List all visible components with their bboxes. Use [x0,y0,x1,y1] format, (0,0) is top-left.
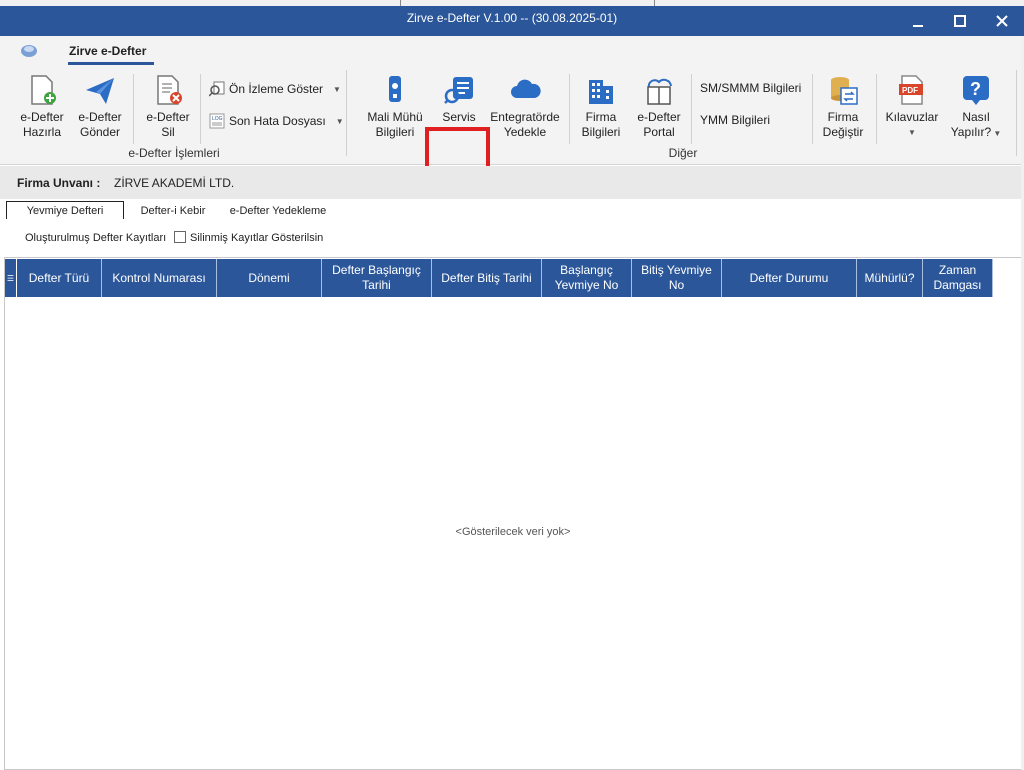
column-header[interactable]: Başlangıç Yevmiye No [542,259,632,297]
son-hata-label: Son Hata Dosyası [229,114,326,128]
firma-unvani-label: Firma Unvanı : [17,176,101,190]
title-bar: Zirve e-Defter V.1.00 -- (30.08.2025-01) [0,0,1024,36]
firma-bilgileri-label: Firma Bilgileri [581,110,621,139]
column-header[interactable]: Bitiş Yevmiye No [632,259,722,297]
kilavuzlar-button[interactable]: PDF Kılavuzlar ▼ [882,74,942,140]
empty-grid-message: <Gösterilecek veri yok> [455,526,571,538]
maximize-button[interactable] [939,6,981,36]
edefter-portal-button[interactable]: e-Defter Portal [632,74,686,140]
dropdown-caret-icon: ▼ [908,128,916,137]
usb-token-icon [389,76,401,102]
entegratorde-yedekle-button[interactable]: Entegratörde Yedekle [490,74,560,140]
entegrator-label: Entegratörde Yedekle [490,110,560,139]
dropdown-caret-icon: ▼ [335,116,344,126]
tab-underline [68,62,154,65]
ribbon-tab-row: Zirve e-Defter [0,36,1024,66]
tab-edefter-yedekleme[interactable]: e-Defter Yedekleme [222,202,334,219]
group-label-edefter-islemleri: e-Defter İşlemleri [128,146,220,160]
new-document-add-icon [31,75,56,105]
column-header[interactable]: Kontrol Numarası [102,259,217,297]
portal-label: e-Defter Portal [637,110,681,139]
cloud-icon [511,79,541,98]
column-header[interactable]: Defter Durumu [722,259,857,297]
window-title: Zirve e-Defter V.1.00 -- (30.08.2025-01) [406,11,618,25]
ribbon-separator [569,74,570,144]
show-deleted-checkbox[interactable] [174,231,186,243]
dropdown-caret-icon: ▼ [991,129,1002,138]
help-question-icon: ? [963,76,989,105]
group-separator [1016,70,1017,156]
records-label: Oluşturulmuş Defter Kayıtları [25,232,167,244]
content-tabs: Yevmiye Defteri Defter-i Kebir e-Defter … [0,199,1024,220]
minimize-button[interactable] [897,6,939,36]
maximize-icon [954,15,966,27]
close-icon [996,15,1008,27]
edefter-sil-label: e-Defter Sil [146,110,190,139]
ribbon-separator [691,74,692,144]
ymm-bilgileri-button[interactable]: YMM Bilgileri [700,113,770,127]
pdf-text: PDF [902,86,918,95]
dropdown-caret-icon: ▼ [333,84,341,94]
records-bar: Oluşturulmuş Defter Kayıtları Silinmiş K… [0,219,1024,257]
nasil-yapilir-text: Nasıl Yapılır? [950,110,992,139]
kilavuzlar-label: Kılavuzlar [885,110,939,124]
column-header[interactable]: Defter Bitiş Tarihi [432,259,542,297]
app-logo-icon[interactable] [19,42,39,60]
ribbon-separator [812,74,813,144]
mali-muhur-bilgileri-button[interactable]: Mali Mühü Bilgileri [362,74,428,140]
ribbon-separator [876,74,877,144]
nasil-yapilir-button[interactable]: ? Nasıl Yapılır? ▼ [946,74,1006,141]
edefter-gonder-button[interactable]: e-Defter Gönder [72,74,128,140]
top-strip [0,0,1024,6]
edefter-hazirla-button[interactable]: e-Defter Hazırla [14,74,70,140]
database-switch-icon [831,77,858,105]
firma-degistir-button[interactable]: Firma Değiştir [816,74,870,140]
firma-degistir-label: Firma Değiştir [822,110,864,139]
ymm-label: YMM Bilgileri [700,113,771,127]
help-glyph: ? [970,79,981,99]
show-deleted-label[interactable]: Silinmiş Kayıtlar Gösterilsin [190,232,323,244]
smmm-bilgileri-button[interactable]: SM/SMMM Bilgileri [700,81,801,95]
mali-muhur-label: Mali Mühü Bilgileri [367,110,423,139]
column-chooser-icon[interactable]: ☰ [5,259,17,297]
column-header[interactable]: Defter Başlangıç Tarihi [322,259,432,297]
log-file-icon: LOG [209,113,225,129]
edefter-gonder-label: e-Defter Gönder [78,110,122,139]
portal-cloud-book-icon [647,78,672,105]
servis-button[interactable]: Servis [432,74,486,125]
service-list-icon [444,77,473,104]
delete-document-icon [157,75,182,105]
edefter-hazirla-label: e-Defter Hazırla [20,110,64,139]
servis-label: Servis [442,110,476,124]
column-header[interactable]: Zaman Damgası [923,259,993,297]
tab-yevmiye-defteri[interactable]: Yevmiye Defteri [6,201,124,220]
building-icon [589,80,613,104]
firma-unvani-value: ZİRVE AKADEMİ LTD. [114,176,235,190]
records-grid[interactable]: ☰ Defter Türü Kontrol Numarası Dönemi De… [4,257,1022,770]
pdf-icon: PDF [899,75,923,105]
son-hata-dosyasi-button[interactable]: LOG Son Hata Dosyası ▼ [209,113,344,129]
on-izleme-label: Ön İzleme Göster [229,82,324,96]
send-paper-plane-icon [86,78,114,104]
on-izleme-goster-button[interactable]: Ön İzleme Göster ▼ [209,81,341,97]
log-text: LOG [212,116,223,122]
group-label-diger: Diğer [668,146,698,160]
ribbon: e-Defter Hazırla e-Defter Gönder e-Defte… [0,66,1024,215]
column-header[interactable]: Mühürlü? [857,259,923,297]
ribbon-separator [133,74,134,144]
ribbon-separator [200,74,201,144]
nasil-yapilir-label: Nasıl Yapılır? ▼ [946,110,1006,141]
firma-row: Firma Unvanı : ZİRVE AKADEMİ LTD. [0,166,1024,199]
edefter-sil-button[interactable]: e-Defter Sil [140,74,196,140]
tab-zirve-edefter[interactable]: Zirve e-Defter [69,44,146,58]
close-button[interactable] [981,6,1023,36]
smmm-label: SM/SMMM Bilgileri [700,81,802,95]
column-header[interactable]: Dönemi [217,259,322,297]
group-separator [346,70,347,156]
column-header[interactable]: Defter Türü [17,259,102,297]
minimize-icon [913,25,923,27]
tab-defter-i-kebir[interactable]: Defter-i Kebir [128,202,218,219]
preview-magnifier-icon [209,81,225,97]
firma-bilgileri-button[interactable]: Firma Bilgileri [574,74,628,140]
